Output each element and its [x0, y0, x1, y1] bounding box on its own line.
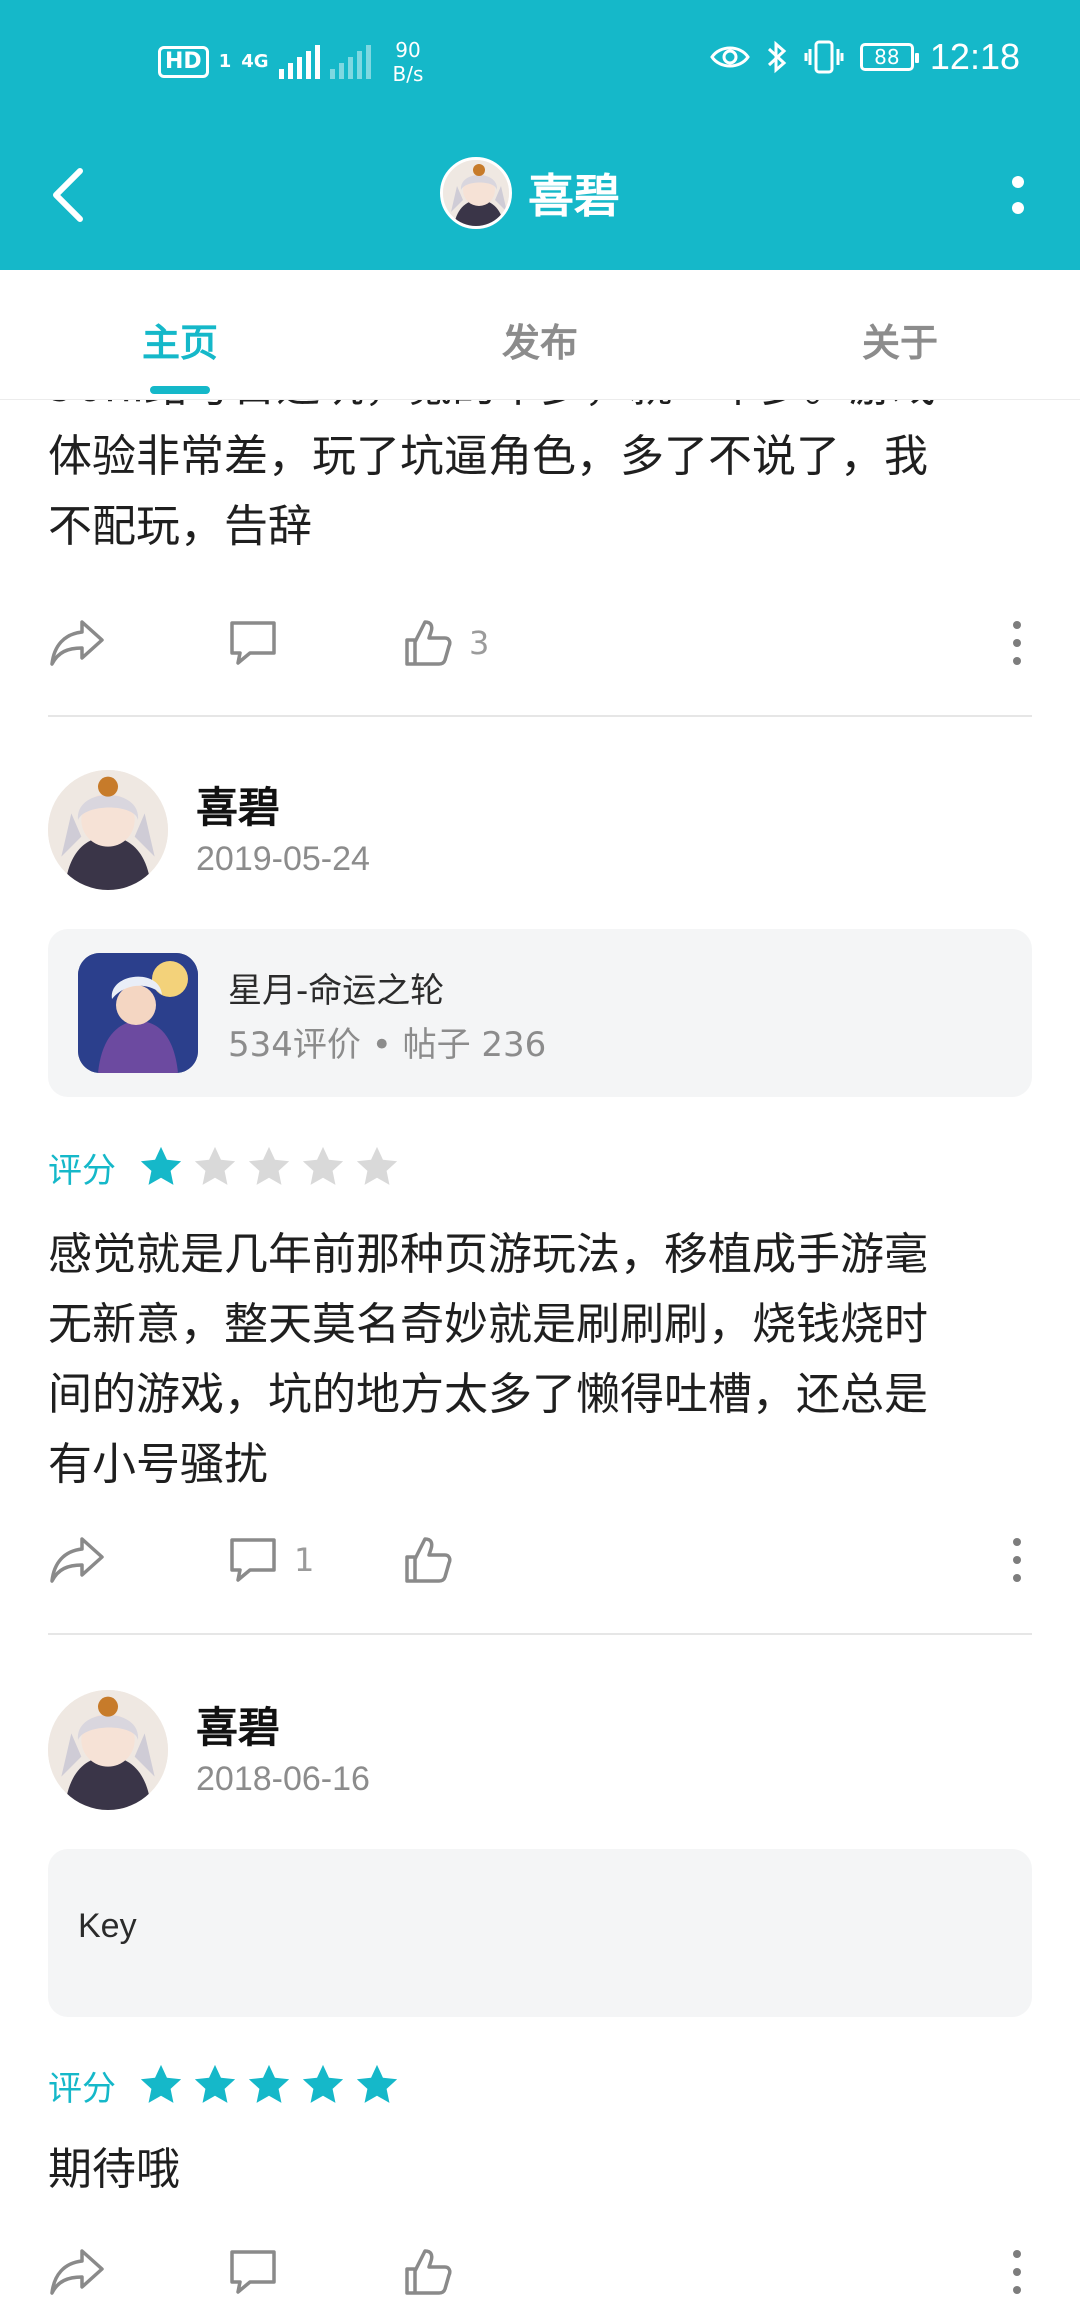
more-vertical-icon	[1013, 621, 1021, 629]
post-date: 2018-06-16	[196, 1760, 370, 1798]
tab-home[interactable]: 主页	[0, 270, 360, 399]
status-bar: HD 1 4G 90 B/s 88 12:18	[0, 0, 1080, 120]
share-icon	[50, 2249, 104, 2295]
star-empty-icon	[194, 1146, 236, 1185]
comment-button[interactable]: 1	[228, 1520, 314, 1600]
avatar-image	[443, 160, 509, 226]
divider	[48, 1633, 1032, 1635]
game-name: 星月-命运之轮	[228, 971, 445, 1011]
battery-icon: 88	[859, 43, 919, 71]
post-card: 90hi路号日退坑，氪的不多，就一千多。游戏 体验非常差，玩了坑逼角色，多了不说…	[0, 400, 1080, 562]
game-card[interactable]: 星月-命运之轮 534评价 • 帖子 236	[48, 929, 1032, 1097]
avatar-image	[48, 1690, 168, 1810]
star-filled-icon	[302, 2064, 344, 2103]
rating-label: 评分	[48, 1150, 116, 1191]
more-vertical-icon	[1013, 2250, 1021, 2258]
sim-label: 1	[218, 51, 232, 72]
like-count: 3	[469, 624, 490, 662]
post-more-button[interactable]	[1002, 1520, 1032, 1600]
post-date: 2019-05-24	[196, 840, 370, 878]
star-filled-icon	[194, 2064, 236, 2103]
post-actions: 3	[48, 603, 1032, 683]
rating-label: 评分	[48, 2068, 116, 2109]
like-button[interactable]	[403, 1520, 469, 1600]
eye-icon	[710, 46, 750, 68]
divider	[48, 715, 1032, 717]
post-more-button[interactable]	[1002, 603, 1032, 683]
share-button[interactable]	[48, 2232, 106, 2310]
linked-card[interactable]: Key	[48, 1849, 1032, 2017]
comment-count: 1	[294, 1541, 315, 1579]
signal-icon	[278, 45, 320, 79]
username: 喜碧	[196, 783, 281, 832]
share-button[interactable]	[48, 1520, 106, 1600]
tab-about[interactable]: 关于	[720, 270, 1080, 399]
share-button[interactable]	[48, 603, 106, 683]
post-actions: 1	[48, 1520, 1032, 1600]
post-actions	[48, 2232, 1032, 2310]
more-vertical-icon	[1012, 176, 1024, 188]
thumbs-up-icon	[405, 1537, 452, 1583]
like-button[interactable]: 3	[403, 603, 489, 683]
star-empty-icon	[248, 1146, 290, 1185]
rating: 评分	[48, 2055, 408, 2115]
post-content: 90hi路号日退坑，氪的不多，就一千多。游戏 体验非常差，玩了坑逼角色，多了不说…	[48, 400, 936, 552]
game-meta: 534评价 • 帖子 236	[228, 1025, 547, 1065]
comment-icon	[230, 2250, 276, 2294]
signal-2-icon	[329, 45, 371, 79]
app-header: 喜碧	[0, 120, 1080, 270]
star-filled-icon	[140, 1146, 182, 1185]
chevron-left-icon	[53, 168, 83, 222]
clock: 12:18	[929, 36, 1020, 77]
thumbs-up-icon	[405, 2249, 452, 2295]
share-icon	[50, 1537, 104, 1583]
avatar[interactable]	[48, 770, 168, 890]
star-empty-icon	[302, 1146, 344, 1185]
star-filled-icon	[140, 2064, 182, 2103]
network-label: 4G	[241, 51, 269, 72]
username: 喜碧	[196, 1703, 281, 1752]
network-speed: 90 B/s	[392, 38, 424, 86]
vibrate-icon	[804, 40, 844, 74]
avatar-image	[48, 770, 168, 890]
share-icon	[50, 620, 104, 666]
game-icon	[78, 953, 198, 1073]
thumbs-up-icon	[405, 620, 452, 666]
header-avatar[interactable]	[440, 157, 512, 229]
star-filled-icon	[356, 2064, 398, 2103]
more-button[interactable]	[998, 160, 1038, 230]
post-more-button[interactable]	[1002, 2232, 1032, 2310]
comment-icon	[230, 621, 276, 665]
hd-icon: HD	[158, 46, 209, 78]
tab-indicator	[150, 386, 210, 394]
star-filled-icon	[248, 2064, 290, 2103]
rating: 评分	[48, 1137, 408, 1197]
like-button[interactable]	[403, 2232, 469, 2310]
star-empty-icon	[356, 1146, 398, 1185]
comment-button[interactable]	[228, 2232, 294, 2310]
post-content: 感觉就是几年前那种页游玩法，移植成手游毫 无新意，整天莫名奇妙就是刷刷刷，烧钱烧…	[48, 1229, 928, 1490]
back-button[interactable]	[40, 155, 96, 235]
bluetooth-icon	[767, 40, 787, 74]
tab-bar: 主页 发布 关于	[0, 270, 1080, 400]
top-bar: HD 1 4G 90 B/s 88 12:18 喜碧	[0, 0, 1080, 270]
card-title: Key	[78, 1907, 137, 1945]
comment-button[interactable]	[228, 603, 294, 683]
tab-posts[interactable]: 发布	[360, 270, 720, 399]
page-title: 喜碧	[528, 169, 620, 223]
avatar[interactable]	[48, 1690, 168, 1810]
post-content: 期待哦	[48, 2144, 180, 2195]
comment-icon	[230, 1538, 276, 1582]
more-vertical-icon	[1013, 1538, 1021, 1546]
feed[interactable]: 90hi路号日退坑，氪的不多，就一千多。游戏 体验非常差，玩了坑逼角色，多了不说…	[0, 400, 1080, 2310]
